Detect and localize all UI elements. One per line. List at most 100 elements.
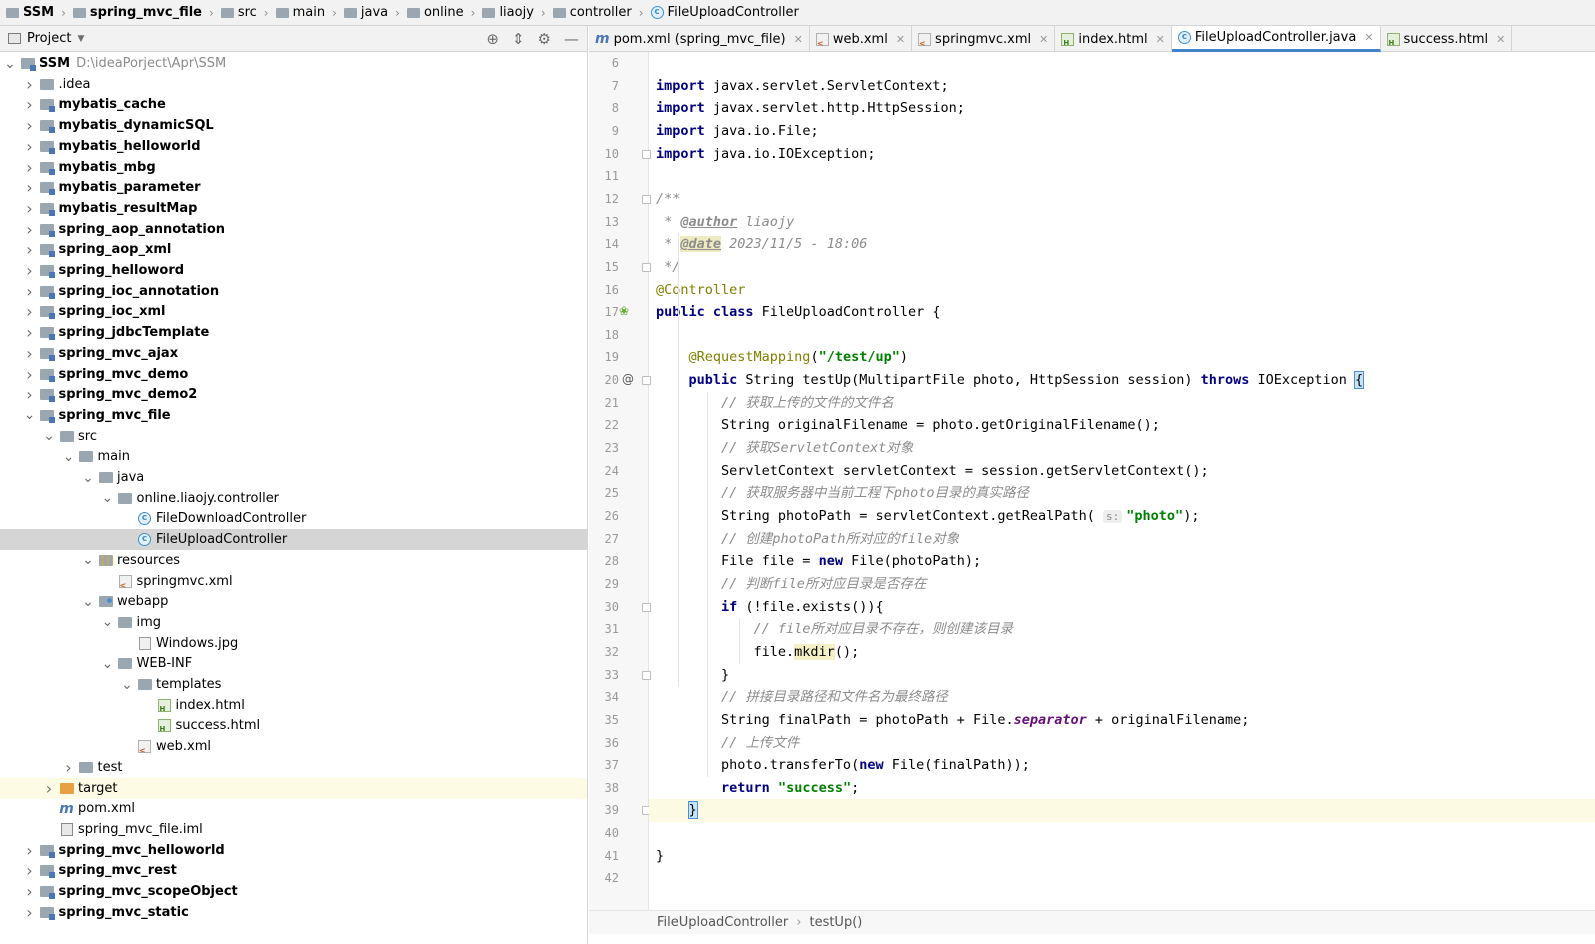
code-line[interactable]: // file所对应目录不存在，则创建该目录: [649, 618, 1595, 641]
editor-breadcrumb-method[interactable]: testUp(): [809, 915, 862, 930]
code-line[interactable]: // 上传文件: [649, 732, 1595, 755]
tree-node[interactable]: › spring_mvc_rest: [0, 860, 587, 881]
code-line[interactable]: * @date 2023/11/5 - 18:06: [649, 233, 1595, 256]
chevron-down-icon[interactable]: ⌄: [102, 491, 114, 505]
tree-node[interactable]: c FileUploadController: [0, 529, 587, 551]
project-view-selector[interactable]: Project ▼: [8, 31, 84, 46]
tree-node[interactable]: ⌄ WEB-INF: [0, 653, 587, 674]
code-line[interactable]: import javax.servlet.ServletContext;: [649, 75, 1595, 98]
code-line[interactable]: import java.io.IOException;: [649, 143, 1595, 166]
tree-node[interactable]: ⌄ src: [0, 426, 587, 447]
tree-node[interactable]: success.html: [0, 715, 587, 736]
tree-node[interactable]: Windows.jpg: [0, 633, 587, 654]
tree-node[interactable]: › spring_ioc_annotation: [0, 281, 587, 302]
chevron-right-icon[interactable]: ›: [24, 199, 36, 218]
code-line[interactable]: // 创建photoPath所对应的file对象: [649, 528, 1595, 551]
chevron-down-icon[interactable]: ⌄: [102, 657, 114, 671]
chevron-down-icon[interactable]: ⌄: [82, 471, 94, 485]
code-line[interactable]: // 判断file所对应目录是否存在: [649, 573, 1595, 596]
chevron-down-icon[interactable]: ⌄: [4, 57, 16, 71]
tree-node[interactable]: › spring_jdbcTemplate: [0, 322, 587, 343]
editor-tab[interactable]: index.html ✕: [1055, 26, 1172, 52]
breadcrumb-item[interactable]: SSM: [4, 5, 56, 20]
chevron-right-icon[interactable]: ›: [24, 903, 36, 922]
chevron-down-icon[interactable]: ⌄: [63, 450, 75, 464]
chevron-right-icon[interactable]: ›: [24, 220, 36, 239]
close-icon[interactable]: ✕: [1496, 33, 1505, 46]
code-line[interactable]: ServletContext servletContext = session.…: [649, 460, 1595, 483]
tree-node[interactable]: › mybatis_helloworld: [0, 136, 587, 157]
chevron-right-icon[interactable]: ›: [24, 302, 36, 321]
code-line[interactable]: /**: [649, 188, 1595, 211]
close-icon[interactable]: ✕: [1039, 33, 1048, 46]
code-line[interactable]: // 拼接目录路径和文件名为最终路径: [649, 686, 1595, 709]
breadcrumb-item[interactable]: spring_mvc_file: [71, 5, 204, 20]
tree-node[interactable]: › mybatis_dynamicSQL: [0, 115, 587, 136]
code-line[interactable]: [649, 822, 1595, 845]
chevron-right-icon[interactable]: ›: [24, 178, 36, 197]
code-line[interactable]: String photoPath = servletContext.getRea…: [649, 505, 1595, 528]
code-line[interactable]: import javax.servlet.http.HttpSession;: [649, 97, 1595, 120]
code-line[interactable]: String originalFilename = photo.getOrigi…: [649, 414, 1595, 437]
code-line[interactable]: public String testUp(MultipartFile photo…: [649, 369, 1595, 392]
tree-node[interactable]: › mybatis_parameter: [0, 177, 587, 198]
code-line[interactable]: String finalPath = photoPath + File.sepa…: [649, 709, 1595, 732]
close-icon[interactable]: ✕: [1156, 33, 1165, 46]
chevron-right-icon[interactable]: ›: [24, 137, 36, 156]
code-line[interactable]: [649, 52, 1595, 75]
close-icon[interactable]: ✕: [1364, 31, 1373, 44]
editor-tab[interactable]: m pom.xml (spring_mvc_file) ✕: [589, 26, 810, 52]
tree-node[interactable]: ⌄ webapp: [0, 591, 587, 612]
breadcrumb-item[interactable]: src: [219, 5, 259, 20]
chevron-right-icon[interactable]: ›: [24, 95, 36, 114]
tree-node[interactable]: › .idea: [0, 74, 587, 95]
chevron-down-icon[interactable]: ⌄: [43, 429, 55, 443]
code-line[interactable]: [649, 165, 1595, 188]
chevron-right-icon[interactable]: ›: [24, 116, 36, 135]
code-line[interactable]: // 获取上传的文件的文件名: [649, 392, 1595, 415]
code-area[interactable]: import javax.servlet.ServletContext; impo…: [649, 52, 1595, 910]
gear-icon[interactable]: ⚙: [538, 30, 551, 48]
chevron-right-icon[interactable]: ›: [24, 282, 36, 301]
breadcrumb-item[interactable]: c FileUploadController: [649, 5, 801, 20]
chevron-right-icon[interactable]: ›: [24, 861, 36, 880]
close-icon[interactable]: ✕: [896, 33, 905, 46]
spring-bean-icon[interactable]: ❀: [619, 304, 629, 318]
tree-node[interactable]: index.html: [0, 695, 587, 716]
tree-node[interactable]: m pom.xml: [0, 798, 587, 819]
chevron-right-icon[interactable]: ›: [24, 240, 36, 259]
tree-node[interactable]: spring_mvc_file.iml: [0, 819, 587, 840]
tree-node[interactable]: › spring_helloword: [0, 260, 587, 281]
chevron-down-icon[interactable]: ▼: [77, 34, 84, 44]
tree-node[interactable]: › spring_mvc_demo: [0, 364, 587, 385]
breadcrumb-item[interactable]: online: [405, 5, 466, 20]
code-line[interactable]: * @author liaojy: [649, 211, 1595, 234]
tree-node[interactable]: › target: [0, 777, 587, 799]
code-line[interactable]: }: [649, 799, 1595, 823]
chevron-right-icon[interactable]: ›: [63, 758, 75, 777]
tree-node[interactable]: › spring_mvc_demo2: [0, 384, 587, 405]
tree-node[interactable]: › spring_aop_xml: [0, 239, 587, 260]
tree-node[interactable]: › spring_mvc_ajax: [0, 343, 587, 364]
chevron-down-icon[interactable]: ⌄: [82, 595, 94, 609]
tree-node[interactable]: › mybatis_mbg: [0, 157, 587, 178]
request-mapping-icon[interactable]: @: [622, 372, 634, 386]
editor-tab[interactable]: web.xml ✕: [810, 26, 913, 52]
chevron-down-icon[interactable]: ⌄: [24, 408, 36, 422]
tree-node[interactable]: ⌄ resources: [0, 550, 587, 571]
tree-node[interactable]: c FileDownloadController: [0, 508, 587, 529]
chevron-right-icon[interactable]: ›: [24, 365, 36, 384]
breadcrumb-item[interactable]: controller: [551, 5, 634, 20]
breadcrumb-item[interactable]: java: [342, 5, 390, 20]
code-editor[interactable]: 6 7 8 9 10 11 12 13 14 15 16 17 ❀ 18 19 20 @21 22 23 24 25 26…: [589, 52, 1595, 910]
code-line[interactable]: return "success";: [649, 777, 1595, 800]
tree-node[interactable]: ⌄ java: [0, 467, 587, 488]
code-line[interactable]: // 获取服务器中当前工程下photo目录的真实路径: [649, 482, 1595, 505]
code-line[interactable]: if (!file.exists()){: [649, 596, 1595, 619]
tree-node[interactable]: › spring_ioc_xml: [0, 301, 587, 322]
tree-node[interactable]: ⌄ main: [0, 446, 587, 467]
tree-node[interactable]: › spring_mvc_static: [0, 902, 587, 923]
tree-node[interactable]: ⌄ templates: [0, 674, 587, 695]
chevron-down-icon[interactable]: ⌄: [82, 553, 94, 567]
tree-node[interactable]: ⌄ SSM D:\ideaPorject\Apr\SSM: [0, 53, 587, 74]
